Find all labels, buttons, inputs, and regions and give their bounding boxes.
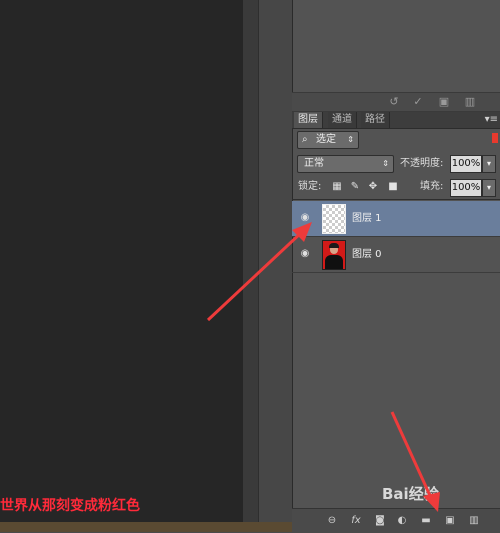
search-icon: ⌕ [302,134,308,145]
lock-all-icon[interactable]: ■ [387,180,399,194]
opacity-input[interactable]: 100% [450,155,482,173]
watermark: Bai经验 [382,485,439,503]
filter-toggle-icon[interactable] [492,133,498,143]
panel-dock-column [258,0,293,532]
layer-row[interactable]: ◉ 图层 0 [292,237,500,273]
mask-icon[interactable]: ◙ [372,513,388,529]
eye-icon[interactable]: ◉ [298,211,312,225]
group-folder-icon[interactable]: ▬ [418,513,434,529]
opacity-label: 不透明度: [400,158,444,169]
canvas-edge [243,0,258,532]
check-icon[interactable]: ✓ [410,93,426,111]
portrait-body [325,255,343,269]
layer-filter-value: 选定 [316,134,336,145]
lock-position-icon[interactable]: ✥ [367,180,379,194]
lock-brush-icon[interactable]: ✎ [349,180,361,194]
fill-label: 填充: [420,181,444,192]
layers-panel-tabs: 图层 通道 路径 ▾≡ [292,112,500,129]
fill-dropdown[interactable]: ▾ [482,179,496,197]
annotation-caption: 世界从那刻变成粉红色 [0,498,140,514]
lock-label: 锁定: [298,181,322,192]
undo-icon[interactable]: ↺ [386,93,402,111]
portrait-hair [329,243,339,248]
chevron-updown-icon: ⇕ [347,135,354,144]
tab-layers[interactable]: 图层 [294,112,323,128]
chevron-updown-icon: ⇕ [382,159,389,168]
adjustment-icon[interactable]: ◐ [394,513,410,529]
history-panel-toolbar: ↺ ✓ ▣ ▥ [292,92,500,112]
opacity-dropdown[interactable]: ▾ [482,155,496,173]
fx-icon[interactable]: fx [348,513,364,529]
trash-icon[interactable]: ▥ [466,513,482,529]
lock-transparency-icon[interactable]: ▦ [331,180,343,194]
status-strip [0,522,292,532]
layer-thumbnail [322,240,346,270]
new-snapshot-icon[interactable]: ▣ [436,93,452,111]
eye-icon[interactable]: ◉ [298,247,312,261]
new-layer-icon[interactable]: ▣ [442,513,458,529]
layer-row[interactable]: ◉ 图层 1 [292,201,500,237]
divider [292,199,500,200]
layer-name: 图层 0 [352,249,382,260]
fill-input[interactable]: 100% [450,179,482,197]
link-icon[interactable]: ⊖ [324,513,340,529]
tab-channels[interactable]: 通道 [328,112,357,128]
document-canvas[interactable] [0,0,243,532]
tab-paths[interactable]: 路径 [361,112,390,128]
panel-menu-icon[interactable]: ▾≡ [485,112,498,128]
layer-name: 图层 1 [352,213,382,224]
blend-mode-select[interactable]: 正常 ⇕ [297,155,394,173]
layer-thumbnail [322,204,346,234]
layers-bottom-toolbar: ⊖ fx ◙ ◐ ▬ ▣ ▥ [292,508,500,533]
layer-filter-select[interactable]: ⌕ 选定 ⇕ [297,131,359,149]
trash-icon[interactable]: ▥ [462,93,478,111]
blend-mode-value: 正常 [304,158,324,169]
